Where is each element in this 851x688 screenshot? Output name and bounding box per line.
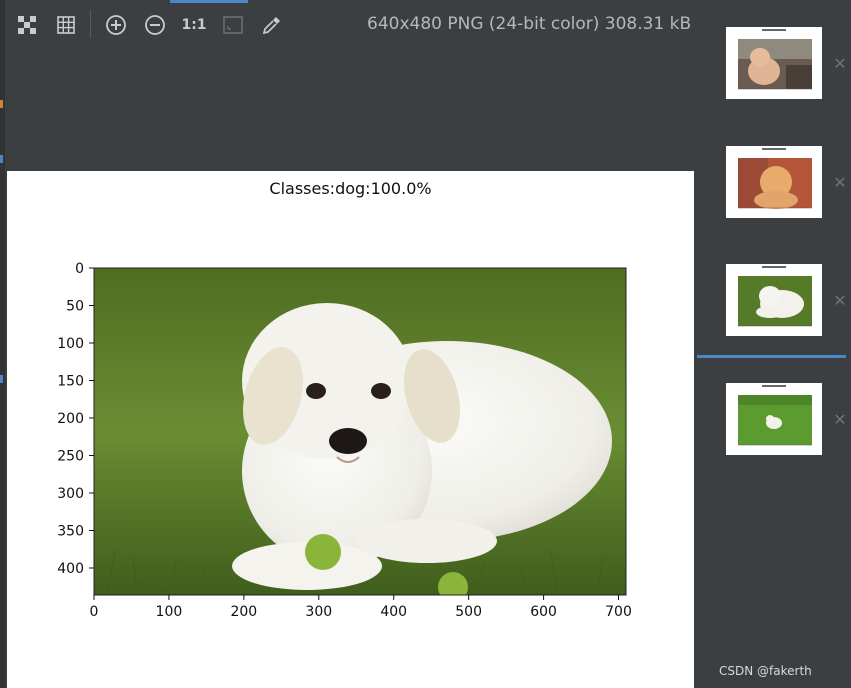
y-tick-label: 350 bbox=[57, 524, 84, 540]
y-tick-label: 0 bbox=[75, 261, 84, 277]
y-tick-label: 400 bbox=[57, 561, 84, 577]
fit-window-icon bbox=[223, 16, 243, 34]
y-tick-label: 200 bbox=[57, 411, 84, 427]
image-info-label: 640x480 PNG (24-bit color) 308.31 kB bbox=[367, 14, 692, 34]
puppy-photo bbox=[94, 268, 626, 595]
close-thumbnail-2-icon[interactable]: ✕ bbox=[832, 175, 848, 191]
grid-button[interactable] bbox=[53, 12, 79, 38]
zoom-out-button[interactable] bbox=[142, 12, 168, 38]
thumbnail-image bbox=[738, 385, 812, 446]
zoom-out-icon bbox=[145, 15, 165, 35]
active-tab-indicator bbox=[170, 0, 248, 3]
thumbnail-image bbox=[738, 29, 812, 90]
image-toolbar: 1:1 640x480 PNG (24-bit color) 308.31 kB bbox=[0, 0, 700, 50]
close-thumbnail-1-icon[interactable]: ✕ bbox=[832, 56, 848, 72]
thumbnail-image bbox=[738, 266, 812, 327]
thumbnail-1[interactable] bbox=[726, 27, 822, 99]
zoom-in-icon bbox=[106, 15, 126, 35]
close-thumbnail-3-icon[interactable]: ✕ bbox=[832, 293, 848, 309]
watermark: CSDN @fakerth bbox=[719, 664, 812, 678]
edge-marker bbox=[0, 100, 3, 108]
color-picker-button[interactable] bbox=[259, 12, 285, 38]
x-tick-label: 0 bbox=[90, 604, 99, 620]
y-tick-label: 150 bbox=[57, 374, 84, 390]
x-tick-label: 700 bbox=[605, 604, 632, 620]
y-tick-label: 100 bbox=[57, 336, 84, 352]
x-tick-label: 100 bbox=[156, 604, 183, 620]
y-tick-label: 50 bbox=[66, 299, 84, 315]
actual-size-button[interactable]: 1:1 bbox=[179, 12, 209, 38]
thumbnail-image bbox=[738, 148, 812, 209]
close-thumbnail-4-icon[interactable]: ✕ bbox=[832, 412, 848, 428]
x-tick-label: 200 bbox=[230, 604, 257, 620]
y-tick-label: 250 bbox=[57, 449, 84, 465]
selected-thumbnail-indicator bbox=[697, 355, 846, 358]
x-tick-label: 300 bbox=[305, 604, 332, 620]
chessboard-button[interactable] bbox=[14, 12, 40, 38]
thumbnail-2[interactable] bbox=[726, 146, 822, 218]
edge-marker bbox=[0, 155, 3, 163]
x-tick-label: 500 bbox=[455, 604, 482, 620]
thumbnail-4[interactable] bbox=[726, 383, 822, 455]
zoom-in-button[interactable] bbox=[103, 12, 129, 38]
figure-plot: 0 100 200 300 400 500 600 700 0 50 100 150 200 250 300… bbox=[57, 261, 632, 620]
edge-marker bbox=[0, 375, 3, 383]
actual-size-label: 1:1 bbox=[181, 17, 207, 33]
image-canvas[interactable]: Classes:dog:100.0% 0 100 200 300 400 500… bbox=[7, 171, 694, 688]
grid-icon bbox=[57, 16, 75, 34]
chessboard-icon bbox=[18, 16, 36, 34]
x-tick-label: 600 bbox=[530, 604, 557, 620]
toolbar-separator bbox=[90, 10, 91, 38]
x-tick-label: 400 bbox=[380, 604, 407, 620]
thumbnail-3[interactable] bbox=[726, 264, 822, 336]
fit-window-button[interactable] bbox=[220, 12, 246, 38]
y-tick-label: 300 bbox=[57, 486, 84, 502]
color-picker-icon bbox=[262, 17, 280, 35]
left-edge-strip bbox=[0, 0, 5, 688]
